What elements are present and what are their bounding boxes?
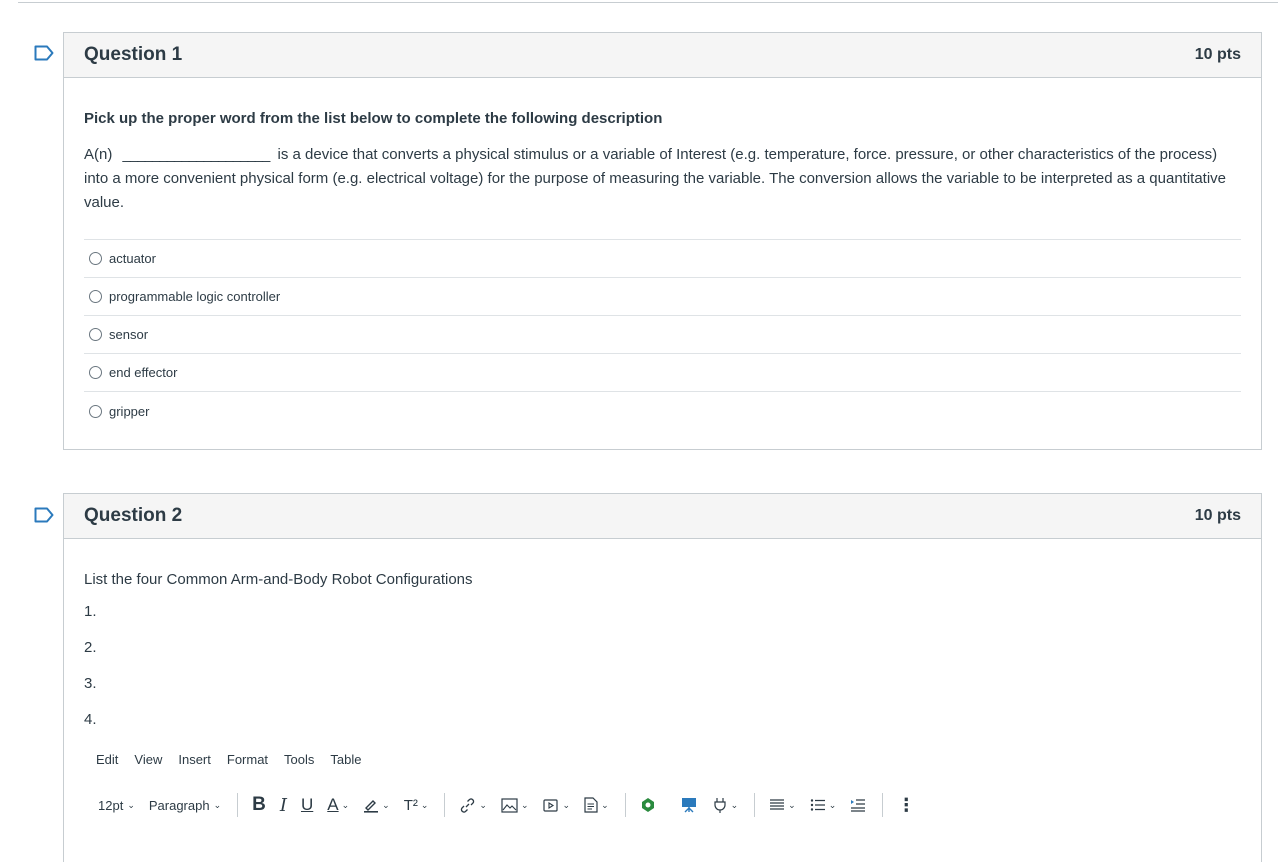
image-icon: [501, 797, 518, 813]
toolbar-separator: [444, 793, 446, 817]
editor-toolbar: 12pt ⌄ Paragraph ⌄ B I U A ⌄ ⌄ T² ⌄ ⌄ ⌄ ⌄: [84, 787, 1241, 823]
top-divider: [18, 2, 1278, 3]
list-item: 4.: [84, 711, 97, 728]
presentation-icon: [681, 798, 696, 813]
answer-list: actuator programmable logic controller s…: [84, 239, 1241, 430]
text-color-icon: A: [327, 795, 339, 814]
menu-insert[interactable]: Insert: [178, 752, 211, 767]
answer-option-actuator[interactable]: actuator: [84, 240, 1241, 278]
font-size-value: 12pt: [98, 797, 124, 813]
chevron-down-icon: ⌄: [520, 799, 529, 810]
question-title: Question 1: [84, 44, 183, 65]
media-icon: [542, 798, 558, 812]
more-options-icon[interactable]: ⋮: [897, 795, 915, 816]
question-2-header: Question 2 10 pts: [64, 494, 1261, 539]
document-button[interactable]: ⌄: [584, 797, 609, 813]
chevron-down-icon: ⌄: [788, 799, 796, 810]
chevron-down-icon: ⌄: [420, 799, 429, 810]
list-item: 2.: [84, 639, 97, 656]
description-start: A(n): [84, 146, 113, 163]
presentation-button[interactable]: [680, 796, 698, 814]
answer-label[interactable]: programmable logic controller: [109, 289, 280, 304]
answer-label[interactable]: gripper: [109, 404, 149, 419]
align-icon: [770, 799, 785, 810]
chevron-down-icon: ⌄: [479, 799, 487, 810]
numbered-list: 1. 2. 3. 4.: [84, 600, 1241, 744]
menu-table[interactable]: Table: [330, 752, 361, 767]
flag-question-1-icon[interactable]: [34, 45, 54, 61]
answer-option-end-effector[interactable]: end effector: [84, 354, 1241, 392]
menu-edit[interactable]: Edit: [96, 752, 118, 767]
answer-label[interactable]: end effector: [109, 365, 177, 380]
answer-label[interactable]: actuator: [109, 251, 156, 266]
radio-button[interactable]: [89, 404, 102, 418]
toolbar-separator: [237, 793, 239, 817]
indent-button[interactable]: [850, 798, 866, 812]
apps-button[interactable]: [640, 797, 656, 813]
link-icon: [461, 797, 475, 813]
chevron-down-icon: ⌄: [382, 799, 390, 810]
superscript-icon: T²: [403, 796, 418, 814]
indent-icon: [851, 799, 866, 812]
menu-format[interactable]: Format: [227, 752, 268, 767]
chevron-down-icon: ⌄: [127, 799, 135, 810]
description-blank: ____________________: [122, 146, 271, 163]
question-1-header: Question 1 10 pts: [64, 33, 1261, 78]
chevron-down-icon: ⌄: [601, 799, 609, 810]
radio-button[interactable]: [89, 252, 102, 265]
link-button[interactable]: ⌄: [459, 797, 487, 814]
list-item: 3.: [84, 675, 97, 692]
superscript-button[interactable]: T² ⌄: [404, 797, 429, 814]
question-title: Question 2: [84, 505, 183, 526]
align-button[interactable]: ⌄: [769, 798, 796, 812]
answer-option-gripper[interactable]: gripper: [84, 392, 1241, 430]
chevron-down-icon: ⌄: [730, 799, 739, 810]
toolbar-separator: [882, 793, 884, 817]
toolbar-separator: [624, 793, 626, 817]
question-points: 10 pts: [1194, 507, 1241, 524]
radio-button[interactable]: [89, 328, 102, 341]
font-size-select[interactable]: 12pt ⌄: [98, 798, 135, 813]
plugin-button[interactable]: ⌄: [712, 797, 739, 813]
bullet-list-icon: [810, 799, 825, 811]
menu-tools[interactable]: Tools: [284, 752, 314, 767]
editor-menubar: Edit View Insert Format Tools Table: [84, 752, 1241, 767]
question-description: A(n) ____________________ is a device th…: [84, 143, 1234, 215]
chevron-down-icon: ⌄: [828, 799, 837, 810]
question-prompt: Pick up the proper word from the list be…: [84, 110, 663, 127]
chevron-down-icon: ⌄: [562, 799, 571, 810]
flag-question-2-icon[interactable]: [34, 507, 54, 523]
answer-option-sensor[interactable]: sensor: [84, 316, 1241, 354]
chevron-down-icon: ⌄: [341, 799, 350, 810]
block-format-value: Paragraph: [148, 797, 210, 813]
text-color-button[interactable]: A ⌄: [327, 795, 349, 815]
radio-button[interactable]: [89, 366, 102, 379]
media-button[interactable]: ⌄: [542, 798, 571, 813]
image-button[interactable]: ⌄: [501, 797, 529, 813]
document-icon: [584, 797, 598, 813]
bullet-list-button[interactable]: ⌄: [810, 798, 837, 812]
highlight-pen-icon: [364, 800, 379, 813]
answer-option-plc[interactable]: programmable logic controller: [84, 278, 1241, 316]
underline-button[interactable]: U: [301, 795, 313, 815]
italic-button[interactable]: I: [280, 795, 287, 816]
radio-button[interactable]: [89, 290, 102, 303]
apps-icon: [641, 798, 654, 812]
menu-view[interactable]: View: [134, 752, 162, 767]
question-2: Question 2 10 pts List the four Common A…: [63, 493, 1262, 862]
answer-label[interactable]: sensor: [109, 327, 148, 342]
bold-button[interactable]: B: [252, 794, 266, 816]
plug-icon: [714, 798, 726, 813]
question-points: 10 pts: [1194, 46, 1241, 63]
question-prompt: List the four Common Arm-and-Body Robot …: [84, 571, 473, 588]
block-format-select[interactable]: Paragraph ⌄: [149, 798, 221, 813]
question-1: Question 1 10 pts Pick up the proper wor…: [63, 32, 1262, 450]
highlight-color-button[interactable]: ⌄: [363, 797, 390, 813]
toolbar-separator: [754, 793, 756, 817]
list-item: 1.: [84, 603, 97, 620]
chevron-down-icon: ⌄: [213, 799, 222, 810]
